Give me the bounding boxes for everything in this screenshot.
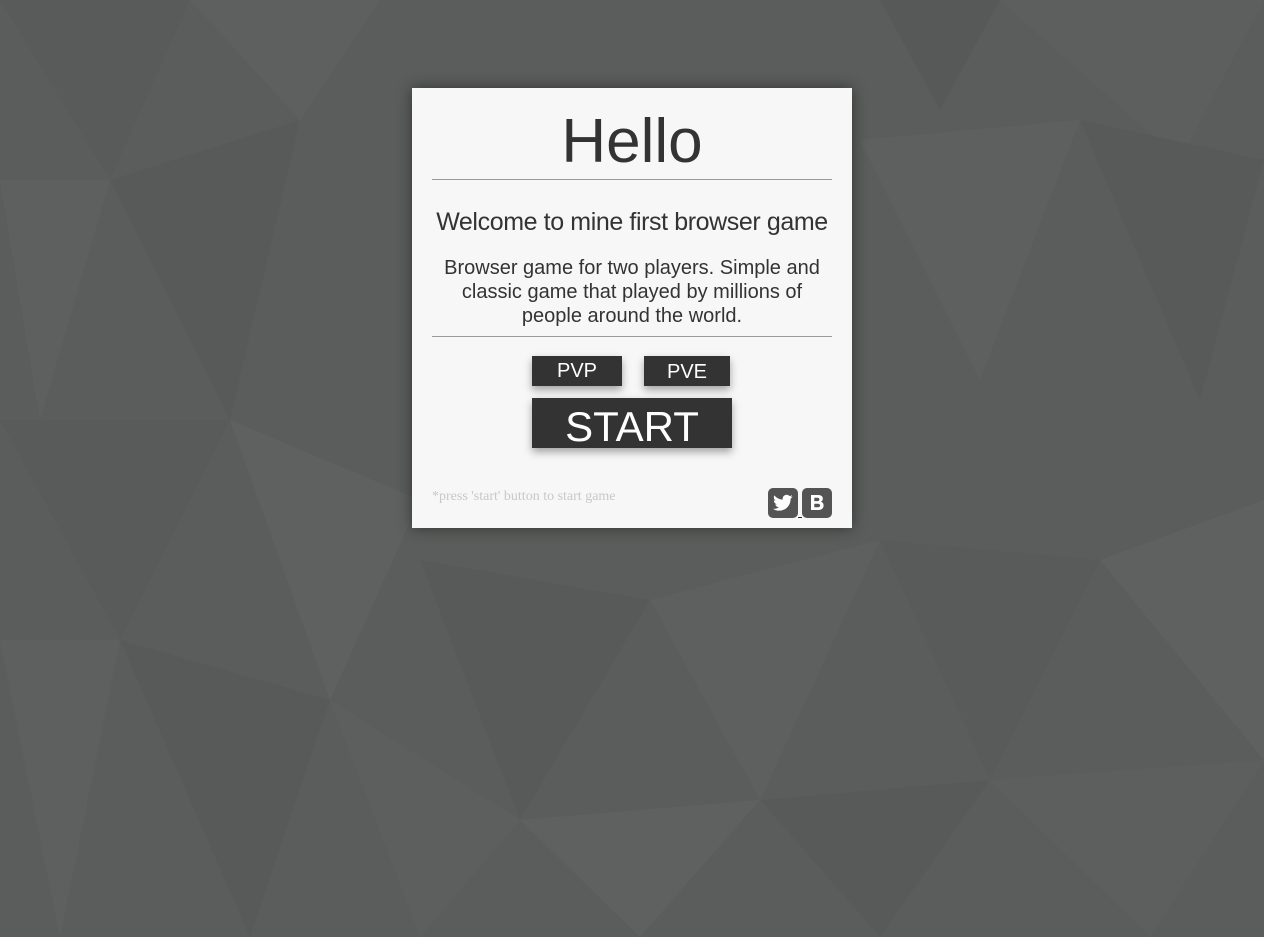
page-title: Hello <box>561 107 703 176</box>
pve-button[interactable]: PVE <box>644 356 730 386</box>
game-description: Browser game for two players. Simple and… <box>444 257 820 327</box>
welcome-subtitle: Welcome to mine first browser game <box>436 208 828 236</box>
pvp-button[interactable]: PVP <box>532 356 622 386</box>
start-button[interactable]: START <box>532 398 732 448</box>
vk-icon[interactable] <box>802 488 832 518</box>
link-underline <box>798 517 802 518</box>
welcome-card: Hello Welcome to mine first browser game… <box>412 88 852 528</box>
description-divider <box>432 336 832 337</box>
twitter-icon[interactable] <box>768 488 798 518</box>
title-divider <box>432 179 832 180</box>
start-hint: *press 'start' button to start game <box>432 489 616 504</box>
